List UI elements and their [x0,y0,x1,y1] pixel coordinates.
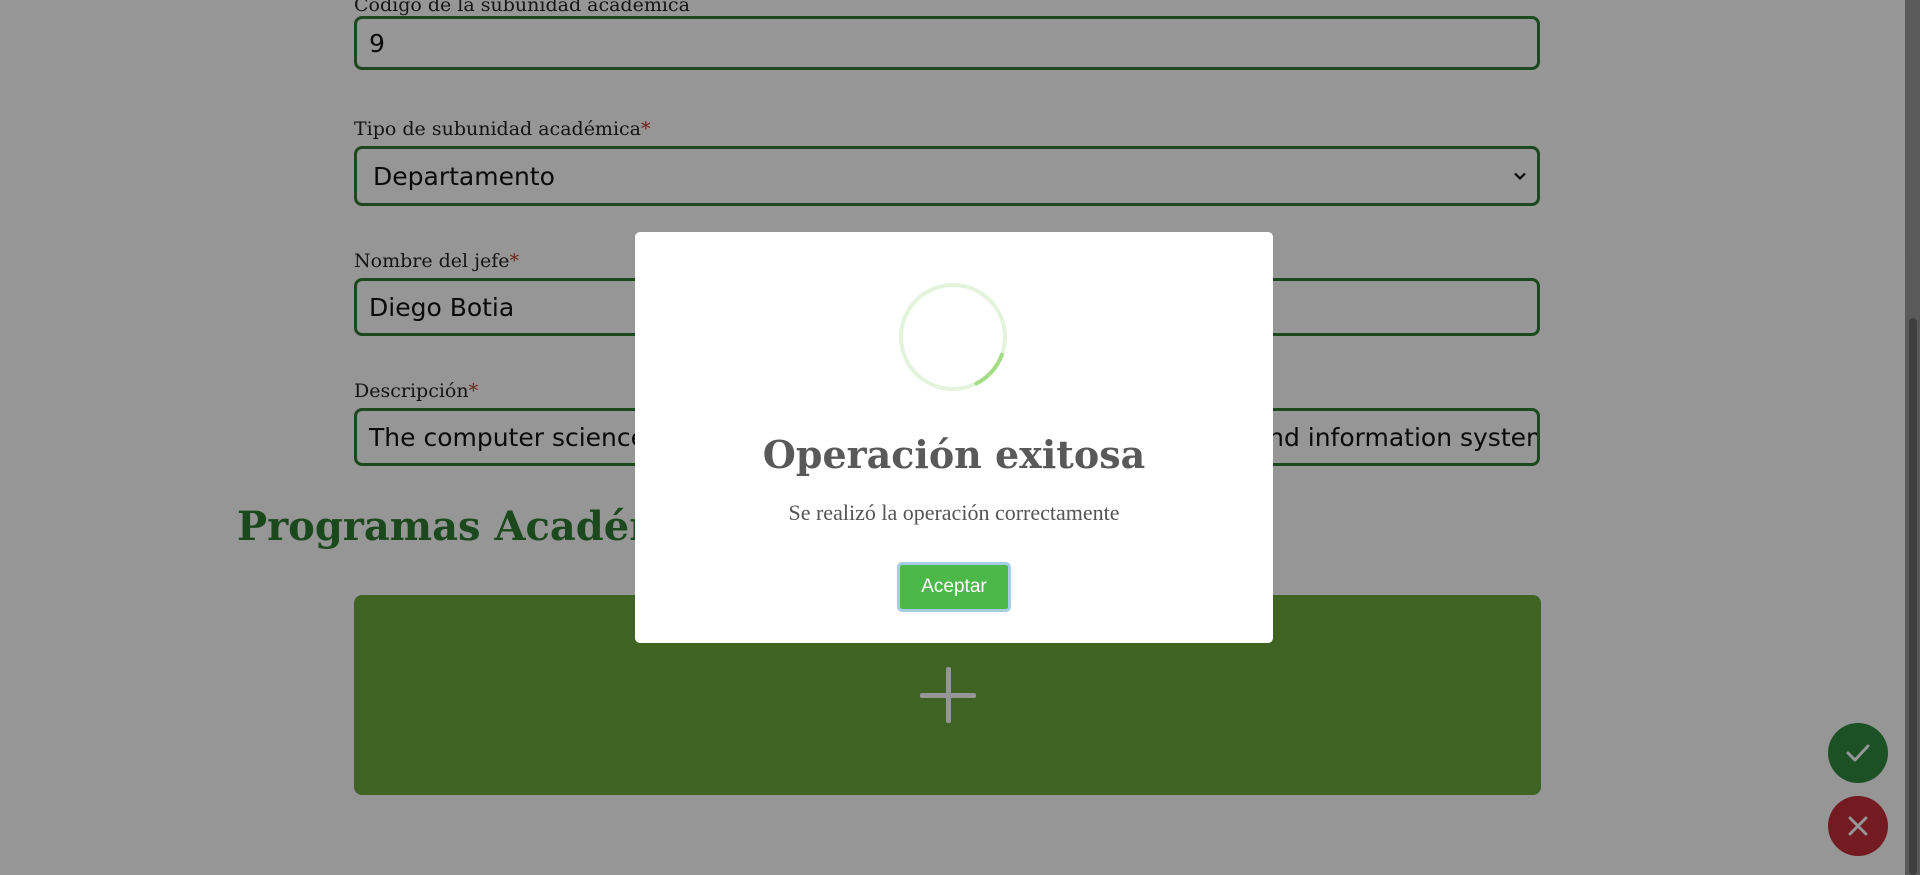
loading-spinner-icon [899,283,1007,391]
dialog-title: Operación exitosa [762,432,1146,477]
success-dialog: Operación exitosa Se realizó la operació… [635,232,1273,643]
dialog-message: Se realizó la operación correctamente [788,500,1120,525]
accept-button[interactable]: Aceptar [897,562,1011,612]
